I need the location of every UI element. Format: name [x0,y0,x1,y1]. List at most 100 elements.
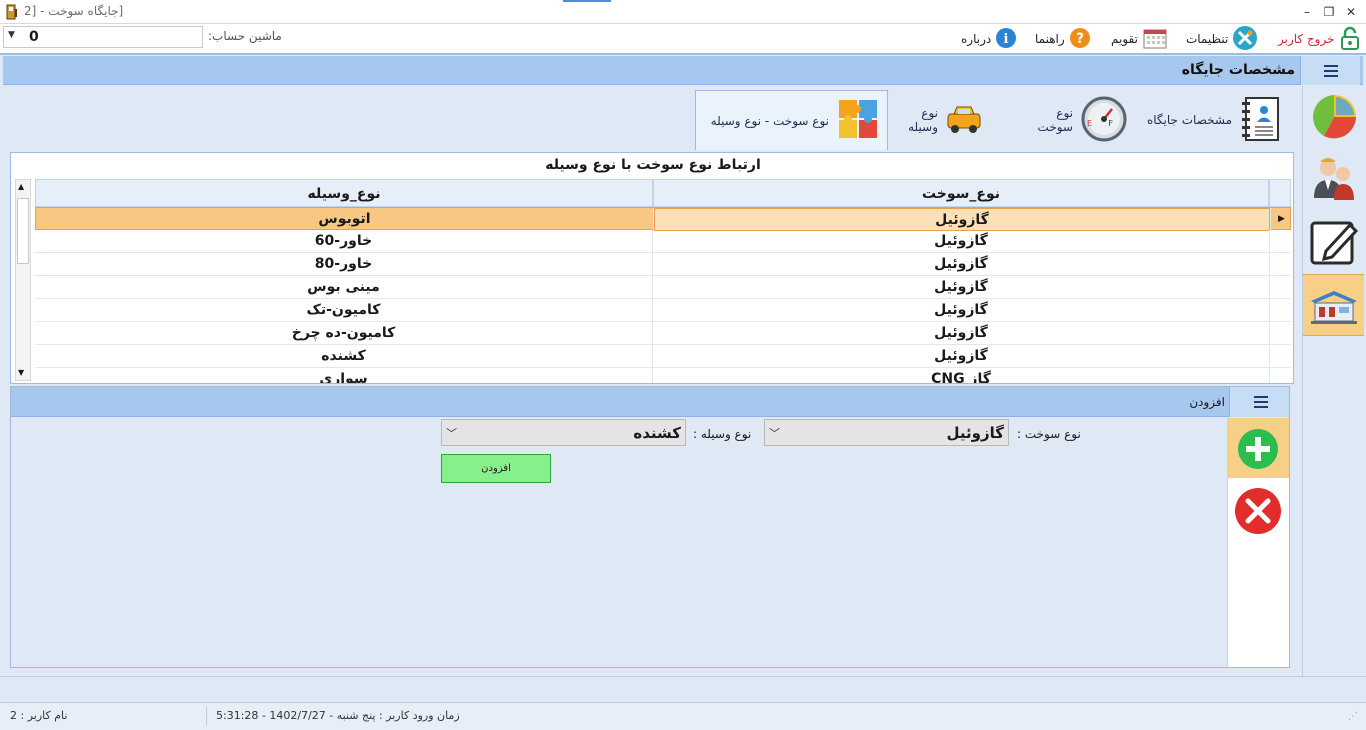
scroll-thumb[interactable] [17,198,29,264]
sidebar [1302,86,1364,676]
cell-fuel-type[interactable]: گازوئیل [653,345,1269,368]
add-panel-side-actions [1227,418,1289,667]
cell-vehicle-type[interactable]: کامیون-ده چرخ [35,322,653,345]
cell-fuel-type[interactable]: گازوئیل [653,322,1269,345]
help-button[interactable]: ? راهنما [1035,25,1091,53]
calendar-icon [1142,26,1168,53]
chart-icon [1310,93,1358,144]
cell-fuel-type[interactable]: گازوئیل [653,276,1269,299]
table-row[interactable]: خاور-60 گازوئیل [35,230,1291,253]
notebook-icon [1240,96,1280,145]
cell-fuel-type[interactable]: گازوئیل [653,299,1269,322]
grid-caption: ارتباط نوع سوخت با نوع وسیله [545,157,761,173]
cell-vehicle-type[interactable]: اتوبوس [36,208,654,231]
status-bar: نام کاربر : 2 زمان ورود کاربر : پنج شنبه… [0,702,1366,730]
data-grid: نوع_وسیله نوع_سوخت اتوبوس گازوئیل ▶ خاور-60… [35,179,1291,383]
restore-button[interactable]: ❐ [1318,3,1340,21]
scroll-down-icon[interactable]: ▼ [18,368,24,377]
add-submit-button[interactable]: افزودن [441,454,551,483]
settings-button[interactable]: تنظیمات [1186,25,1258,53]
users-icon [1310,154,1358,207]
svg-text:F: F [1108,119,1113,128]
calendar-label: تقویم [1111,32,1138,46]
svg-text:?: ? [1076,31,1084,47]
app-fuel-pump-icon [6,4,18,20]
chevron-down-icon: ﹀ [769,427,780,440]
title-bar: [جایگاه سوخت - [2 – ❐ ✕ [0,0,1366,24]
status-divider [206,707,207,725]
add-action-button[interactable] [1227,418,1289,478]
cell-fuel-type[interactable]: گازوئیل [653,230,1269,253]
row-indicator [1269,368,1291,383]
delete-action-button[interactable] [1227,480,1289,540]
vehicle-type-select[interactable]: کشنده ﹀ [441,419,686,446]
calculator-value: 0 [29,29,39,45]
cell-vehicle-type[interactable]: خاور-80 [35,253,653,276]
cell-fuel-type[interactable]: گازوئیل [654,208,1270,231]
calendar-button[interactable]: تقویم [1111,25,1168,53]
fuel-type-select[interactable]: گازوئیل ﹀ [764,419,1009,446]
grid-scrollbar[interactable]: ▲ ▼ [15,179,31,381]
row-pointer-icon: ▶ [1270,208,1291,231]
row-indicator [1269,230,1291,253]
sidebar-item-users[interactable] [1303,148,1364,210]
svg-text:i: i [1004,32,1009,47]
title-accent-bar [563,0,611,2]
calculator-label: ماشین حساب: [208,29,282,43]
cell-vehicle-type[interactable]: مینی بوس [35,276,653,299]
calculator-combo[interactable]: ▼ 0 [3,26,203,48]
close-button[interactable]: ✕ [1340,3,1362,21]
row-indicator [1269,276,1291,299]
cell-fuel-type[interactable]: گازوئیل [653,253,1269,276]
tab-fuel-type-label: نوع سوخت [1037,106,1073,134]
tab-vehicle-type[interactable]: نوع وسیله [890,90,990,150]
table-row[interactable]: کشنده گازوئیل [35,345,1291,368]
table-row[interactable]: کامیون-ده چرخ گازوئیل [35,322,1291,345]
add-panel: افزودن نوع سوخت : گازوئیل ﹀ نوع وسیله : … [10,386,1290,668]
fuel-type-label: نوع سوخت : [1017,427,1081,441]
close-circle-icon [1234,487,1282,538]
cell-vehicle-type[interactable]: کامیون-تک [35,299,653,322]
minimize-button[interactable]: – [1296,3,1318,21]
tab-station-info-label: مشخصات جایگاه [1146,113,1232,127]
about-label: درباره [961,32,992,46]
login-time: زمان ورود کاربر : پنج شنبه - 1402/7/27 -… [216,709,460,722]
cell-vehicle-type[interactable]: سواری [35,368,653,383]
scroll-up-icon[interactable]: ▲ [18,182,24,191]
sidebar-item-chart[interactable] [1303,86,1364,148]
add-panel-title: افزودن [1189,395,1225,409]
sidebar-item-station[interactable] [1303,274,1364,336]
tab-fuel-vehicle[interactable]: نوع سوخت - نوع وسیله [695,90,888,150]
table-row[interactable]: سواری گاز CNG [35,368,1291,383]
cell-fuel-type[interactable]: گاز CNG [653,368,1269,383]
column-header-fuel[interactable]: نوع_سوخت [653,179,1269,207]
dropdown-arrow-icon[interactable]: ▼ [8,30,15,40]
logout-label: خروج کاربر [1278,32,1335,46]
main-header: مشخصات جایگاه [3,56,1363,85]
table-row[interactable]: کامیون-تک گازوئیل [35,299,1291,322]
help-label: راهنما [1035,32,1065,46]
row-indicator-header [1269,179,1291,207]
help-icon: ? [1069,27,1091,52]
add-panel-menu-button[interactable] [1229,387,1289,417]
fuel-type-value: گازوئیل [946,424,1004,442]
resize-grip-icon[interactable]: ⋰ [1348,711,1358,722]
cell-vehicle-type[interactable]: خاور-60 [35,230,653,253]
table-row[interactable]: مینی بوس گازوئیل [35,276,1291,299]
cell-vehicle-type[interactable]: کشنده [35,345,653,368]
logout-button[interactable]: خروج کاربر [1278,25,1361,53]
table-row[interactable]: خاور-80 گازوئیل [35,253,1291,276]
about-button[interactable]: i درباره [961,25,1017,53]
table-row[interactable]: اتوبوس گازوئیل ▶ [35,207,1291,231]
column-header-vehicle[interactable]: نوع_وسیله [35,179,653,207]
row-indicator [1269,322,1291,345]
car-icon [946,104,982,137]
sidebar-item-edit[interactable] [1303,210,1364,272]
info-icon: i [995,27,1017,52]
fuel-gauge-icon: EF [1081,96,1127,145]
tab-station-info[interactable]: مشخصات جایگاه [1138,90,1288,150]
station-icon [1309,287,1359,328]
tab-fuel-type[interactable]: EF نوع سوخت [1011,90,1135,150]
menu-button[interactable] [1300,56,1360,85]
status-strip [0,676,1366,702]
